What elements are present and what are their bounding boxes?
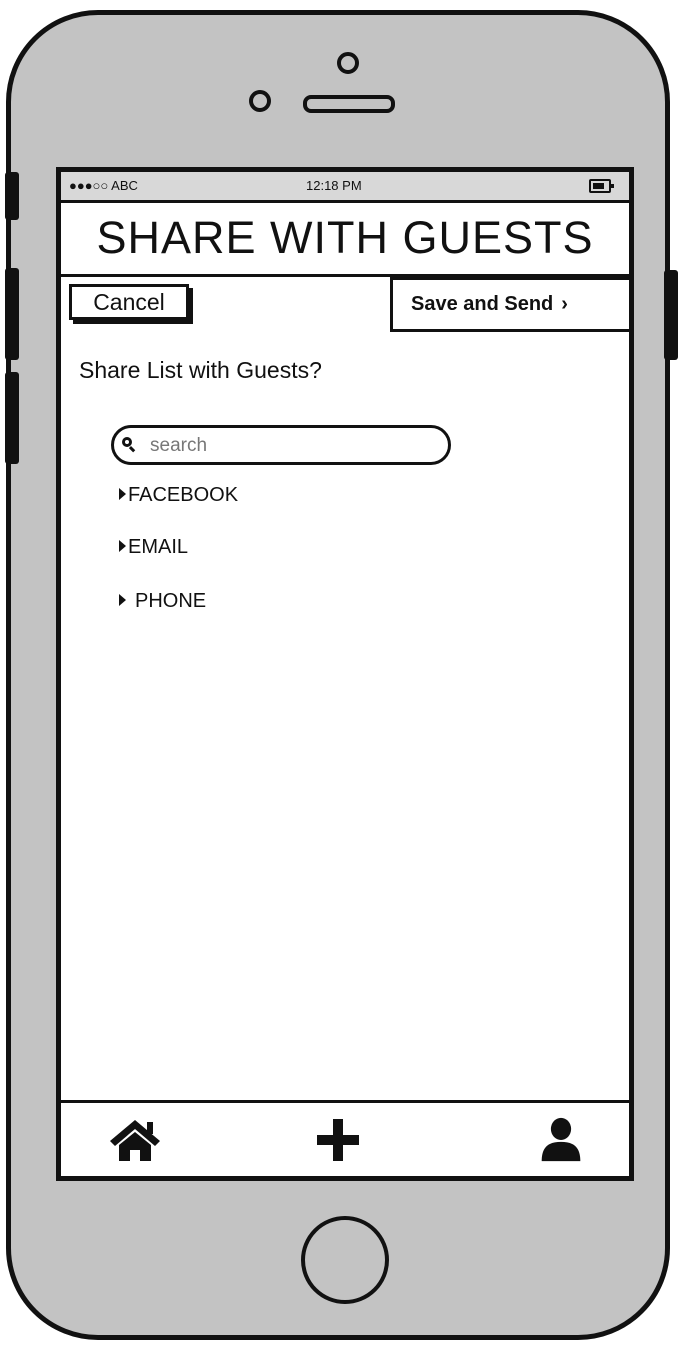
option-phone[interactable]: PHONE (119, 590, 206, 613)
carrier-signal: ●●●○○ ABC (69, 178, 138, 193)
disclosure-triangle-icon (119, 540, 126, 552)
home-button[interactable] (301, 1216, 389, 1304)
save-and-send-button[interactable]: Save and Send › (390, 277, 629, 332)
title-bar: SHARE WITH GUESTS (61, 203, 629, 277)
plus-icon[interactable] (315, 1117, 361, 1163)
earpiece-speaker (303, 95, 395, 113)
battery-icon (589, 179, 614, 193)
option-label: PHONE (135, 590, 207, 612)
search-box[interactable] (111, 425, 451, 465)
power-button[interactable] (664, 270, 678, 360)
user-icon[interactable] (538, 1117, 584, 1163)
option-label: EMAIL (128, 536, 189, 558)
status-bar: ●●●○○ ABC 12:18 PM (61, 172, 629, 203)
option-email[interactable]: EMAIL (119, 536, 188, 559)
screen: ●●●○○ ABC 12:18 PM SHARE WITH GUESTS Can… (56, 167, 634, 1181)
volume-up-button[interactable] (5, 268, 19, 360)
option-facebook[interactable]: FACEBOOK (119, 484, 238, 507)
search-icon (122, 437, 135, 450)
cancel-button[interactable]: Cancel (69, 284, 189, 320)
proximity-sensor (249, 90, 271, 112)
home-icon[interactable] (109, 1117, 161, 1163)
disclosure-triangle-icon (119, 488, 126, 500)
page-title: SHARE WITH GUESTS (96, 212, 594, 263)
status-time: 12:18 PM (306, 178, 362, 193)
tab-bar (61, 1100, 629, 1176)
volume-down-button[interactable] (5, 372, 19, 464)
disclosure-triangle-icon (119, 594, 126, 606)
front-camera (337, 52, 359, 74)
search-input[interactable] (148, 432, 432, 460)
option-label: FACEBOOK (128, 484, 239, 506)
save-and-send-label: Save and Send (411, 293, 554, 315)
mute-switch[interactable] (5, 172, 19, 220)
chevron-right-icon: › (561, 293, 568, 315)
share-prompt: Share List with Guests? (79, 357, 322, 383)
